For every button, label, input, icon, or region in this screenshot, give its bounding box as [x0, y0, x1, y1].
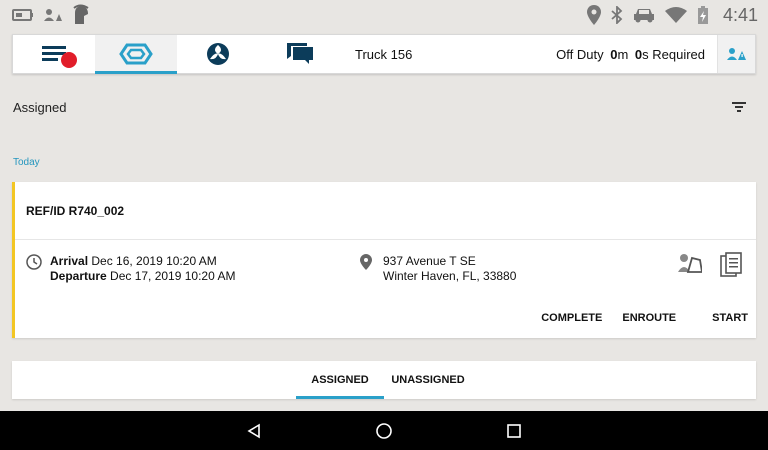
date-group-label: Today	[13, 157, 40, 168]
duty-prefix: Off Duty	[556, 46, 608, 62]
recents-button[interactable]	[499, 416, 529, 446]
wifi-icon	[664, 7, 687, 23]
tab-loads[interactable]	[95, 35, 177, 74]
address-lines: 937 Avenue T SE Winter Haven, FL, 33880	[383, 254, 516, 284]
tab-dot[interactable]	[177, 35, 259, 73]
hexagon-link-icon	[119, 43, 153, 65]
bluetooth-icon	[611, 6, 623, 24]
status-bar: 4:41	[0, 0, 768, 30]
driver-alert-button[interactable]	[717, 35, 755, 73]
schedule: Arrival Dec 16, 2019 10:20 AM Departure …	[26, 254, 235, 284]
start-button[interactable]: START	[712, 312, 748, 324]
address-line1: 937 Avenue T SE	[383, 254, 476, 268]
address-line2: Winter Haven, FL, 33880	[383, 269, 517, 283]
person-warning-icon	[44, 9, 62, 21]
tab-messages[interactable]	[259, 35, 341, 73]
documents-icon[interactable]	[720, 252, 742, 278]
duty-seconds: 0	[634, 46, 643, 62]
chat-icon	[287, 43, 313, 64]
section-title: Assigned	[13, 100, 67, 115]
top-toolbar: Truck 156 Off Duty 0m 0s Required	[12, 34, 756, 74]
home-button[interactable]	[369, 416, 399, 446]
load-details: Arrival Dec 16, 2019 10:20 AM Departure …	[15, 240, 756, 338]
person-warning-icon	[726, 48, 746, 60]
menu-button[interactable]	[13, 35, 95, 73]
tab-unassigned[interactable]: UNASSIGNED	[384, 361, 472, 399]
departure-label: Departure	[50, 269, 107, 283]
back-button[interactable]	[239, 416, 269, 446]
back-icon	[247, 423, 260, 438]
card-actions: COMPLETE ENROUTE START	[541, 312, 748, 324]
status-time: 4:41	[722, 4, 758, 25]
status-left	[12, 4, 90, 26]
duty-minutes: 0	[610, 46, 618, 62]
arrival-row: Arrival Dec 16, 2019 10:20 AM	[50, 254, 235, 269]
departure-value: Dec 17, 2019 10:20 AM	[106, 269, 236, 283]
schedule-lines: Arrival Dec 16, 2019 10:20 AM Departure …	[50, 254, 235, 284]
car-icon	[633, 9, 654, 23]
filter-button[interactable]	[730, 100, 748, 114]
filter-icon	[732, 102, 746, 112]
tab-assigned[interactable]: ASSIGNED	[296, 361, 384, 399]
load-card[interactable]: REF/ID R740_002 Arrival Dec 16, 2019 10:…	[12, 182, 756, 338]
battery-saver-icon	[12, 9, 33, 21]
load-ref: REF/ID R740_002	[15, 182, 756, 240]
system-nav-bar	[0, 411, 768, 450]
status-right: 4:41	[586, 4, 758, 26]
duty-status: Off Duty 0m 0s Required	[556, 35, 717, 73]
arrival-value: Dec 16, 2019 10:20 AM	[88, 254, 217, 268]
address: 937 Avenue T SE Winter Haven, FL, 33880	[360, 254, 516, 284]
location-icon	[586, 5, 601, 25]
enroute-button[interactable]: ENROUTE	[622, 312, 676, 324]
map-person-icon[interactable]	[678, 252, 702, 274]
duty-suffix: s Required	[642, 46, 705, 62]
battery-charging-icon	[697, 6, 708, 24]
notification-dot	[61, 52, 77, 68]
location-pin-icon	[360, 254, 372, 270]
duty-m: m	[617, 46, 632, 62]
arrival-label: Arrival	[50, 254, 89, 268]
complete-button[interactable]: COMPLETE	[541, 312, 602, 324]
card-icons	[678, 252, 742, 278]
departure-row: Departure Dec 17, 2019 10:20 AM	[50, 269, 235, 284]
clock-icon	[26, 254, 42, 270]
recents-icon	[507, 423, 521, 438]
bottom-tabs: ASSIGNED UNASSIGNED	[12, 361, 756, 399]
spartan-helmet-icon	[73, 4, 89, 24]
vehicle-title: Truck 156	[355, 46, 413, 62]
dot-logo-icon	[207, 43, 229, 65]
home-icon	[376, 422, 392, 439]
